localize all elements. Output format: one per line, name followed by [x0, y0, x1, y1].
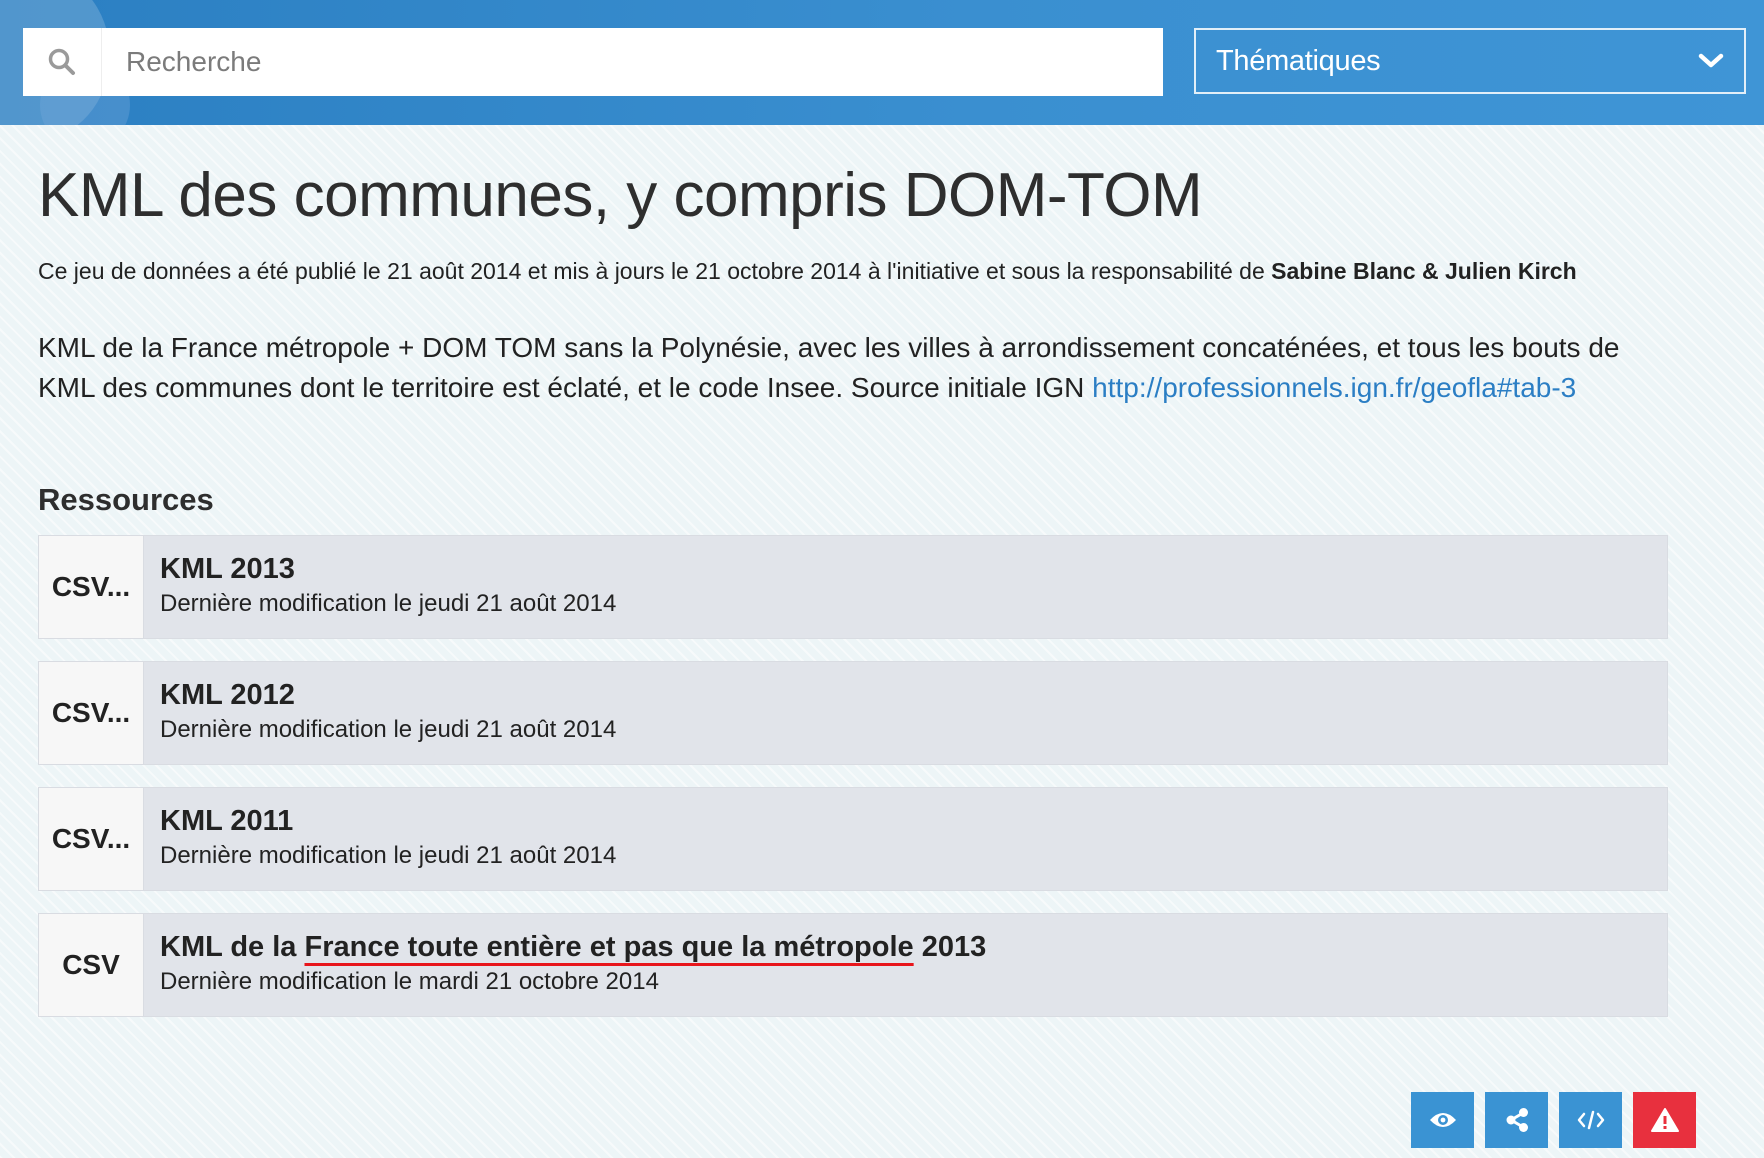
search-icon [48, 48, 75, 75]
resource-item[interactable]: CSV... KML 2012 Dernière modification le… [38, 661, 1668, 765]
resources-heading: Ressources [38, 482, 214, 517]
preview-button[interactable] [1411, 1092, 1474, 1148]
source-link[interactable]: http://professionnels.ign.fr/geofla#tab-… [1092, 372, 1576, 403]
resource-name[interactable]: KML 2013 [160, 552, 616, 586]
chevron-down-icon [1698, 53, 1724, 68]
format-badge: CSV... [39, 662, 144, 764]
share-icon [1506, 1108, 1528, 1132]
format-badge: CSV... [39, 536, 144, 638]
resource-item[interactable]: CSV... KML 2013 Dernière modification le… [38, 535, 1668, 639]
resource-name[interactable]: KML de la France toute entière et pas qu… [160, 930, 986, 964]
action-buttons [1411, 1092, 1696, 1148]
meta-text: Ce jeu de données a été publié le 21 aoû… [38, 258, 1272, 284]
code-icon [1577, 1110, 1604, 1130]
embed-button[interactable] [1559, 1092, 1622, 1148]
dataset-description: KML de la France métropole + DOM TOM san… [38, 328, 1678, 408]
resource-name-suffix: 2013 [913, 931, 987, 963]
authors: Sabine Blanc & Julien Kirch [1271, 258, 1577, 284]
share-button[interactable] [1485, 1092, 1548, 1148]
resource-name[interactable]: KML 2011 [160, 804, 616, 838]
thematiques-label: Thématiques [1216, 44, 1381, 77]
dataset-meta: Ce jeu de données a été publié le 21 aoû… [38, 258, 1577, 285]
eye-icon [1429, 1113, 1456, 1127]
resource-date: Dernière modification le jeudi 21 août 2… [160, 716, 617, 743]
format-badge: CSV [39, 914, 144, 1016]
resource-date: Dernière modification le jeudi 21 août 2… [160, 590, 617, 617]
resource-date: Dernière modification le mardi 21 octobr… [160, 968, 659, 995]
resource-name[interactable]: KML 2012 [160, 678, 616, 712]
search-input[interactable] [102, 31, 1163, 93]
report-button[interactable] [1633, 1092, 1696, 1148]
page-title: KML des communes, y compris DOM-TOM [38, 161, 1203, 230]
resource-name-prefix: KML de la [160, 931, 305, 963]
resource-item[interactable]: CSV KML de la France toute entière et pa… [38, 913, 1668, 1017]
underlined-annotation: France toute entière et pas que la métro… [304, 931, 914, 963]
warning-icon [1650, 1108, 1679, 1132]
search-button[interactable] [23, 28, 102, 96]
thematiques-dropdown[interactable]: Thématiques [1194, 28, 1746, 94]
search-bar [23, 28, 1163, 96]
format-badge: CSV... [39, 788, 144, 890]
resource-item[interactable]: CSV... KML 2011 Dernière modification le… [38, 787, 1668, 891]
top-bar: Thématiques [0, 0, 1764, 125]
resource-date: Dernière modification le jeudi 21 août 2… [160, 842, 617, 869]
